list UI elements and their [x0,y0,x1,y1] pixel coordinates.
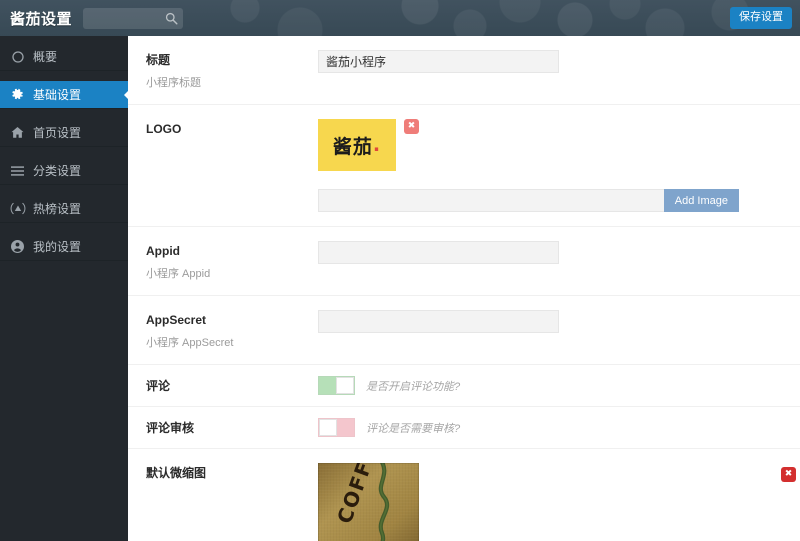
row-label-group: Appid 小程序 Appid [146,241,318,281]
sidebar-item-label: 分类设置 [33,162,81,179]
logo-preview-image: 酱茄. [318,119,396,171]
field-label: 评论 [146,378,318,394]
field-label: 默认微缩图 [146,465,318,481]
field-label: AppSecret [146,312,318,328]
row-label-group: 默认微缩图 [146,463,318,541]
circle-icon [9,51,26,63]
row-label-group: AppSecret 小程序 AppSecret [146,310,318,350]
list-bars-icon [9,165,26,177]
app-window: 酱茄设置 保存设置 概要 基础设置 [0,0,800,541]
logo-preview-block: 酱茄. ✖ [318,119,800,171]
logo-dot: . [373,134,381,156]
sidebar-item-label: 首页设置 [33,124,81,141]
form-row-logo: LOGO 酱茄. ✖ Add Image [128,105,800,227]
appsecret-input[interactable] [318,310,559,333]
row-field [318,241,800,281]
row-field: 评论是否需要审核? [318,418,800,437]
logo-text: 酱茄 [333,132,373,159]
logo-url-input[interactable] [318,189,664,212]
field-label: LOGO [146,121,318,137]
sidebar-item-my-settings[interactable]: 我的设置 [0,233,128,261]
row-field: 是否开启评论功能? [318,376,800,395]
delete-logo-button[interactable]: ✖ [404,119,419,134]
coffee-sack-image: COFFEE [318,463,419,541]
thumbnail-preview-image: COFFEE [318,463,419,541]
home-icon [9,126,26,139]
sidebar-item-basic-settings[interactable]: 基础设置 [0,81,128,109]
delete-thumbnail-button[interactable]: ✖ [781,467,796,482]
appid-input[interactable] [318,241,559,264]
form-row-appid: Appid 小程序 Appid [128,227,800,296]
field-description: 小程序 Appid [146,267,318,281]
comment-toggle[interactable] [318,376,355,395]
row-label-group: LOGO [146,119,318,212]
sidebar-item-label: 我的设置 [33,238,81,255]
row-field [318,50,800,90]
comment-review-toggle-hint: 评论是否需要审核? [366,420,460,436]
form-row-thumbnail: 默认微缩图 [128,449,800,541]
search-icon [165,12,178,25]
row-label-group: 评论 [146,376,318,395]
search-box[interactable] [83,8,183,29]
comment-review-toggle[interactable] [318,418,355,437]
sidebar-item-category-settings[interactable]: 分类设置 [0,157,128,185]
toggle-knob [336,377,354,394]
form-row-comment: 评论 是否开启评论功能? [128,365,800,407]
sidebar-item-home-settings[interactable]: 首页设置 [0,119,128,147]
top-bar: 酱茄设置 保存设置 [0,0,800,36]
sidebar: 概要 基础设置 首页设置 [0,36,128,541]
field-description: 小程序 AppSecret [146,336,318,350]
sidebar-item-label: 热榜设置 [33,200,81,217]
field-label: 评论审核 [146,420,318,436]
field-label: Appid [146,243,318,259]
toggle-knob [319,419,337,436]
gear-icon [9,88,26,101]
user-circle-icon [9,240,26,253]
sidebar-item-label: 概要 [33,48,57,65]
row-field: 酱茄. ✖ Add Image [318,119,800,212]
field-description: 小程序标题 [146,76,318,90]
sidebar-item-hotlist-settings[interactable]: 热榜设置 [0,195,128,223]
settings-form: 标题 小程序标题 LOGO 酱茄. ✖ Add I [128,36,800,541]
sidebar-item-label: 基础设置 [33,86,81,103]
trend-up-icon [9,202,26,215]
field-label: 标题 [146,52,318,68]
search-input[interactable] [83,8,165,29]
add-image-button[interactable]: Add Image [664,189,739,212]
page-title: 酱茄设置 [10,0,72,36]
title-input[interactable] [318,50,559,73]
row-field: COFFEE ✖ [318,463,800,541]
form-row-appsecret: AppSecret 小程序 AppSecret [128,296,800,365]
row-field [318,310,800,350]
row-label-group: 评论审核 [146,418,318,437]
form-row-title: 标题 小程序标题 [128,36,800,105]
sidebar-item-overview[interactable]: 概要 [0,43,128,71]
save-settings-button[interactable]: 保存设置 [730,7,792,29]
logo-uploader: Add Image [318,189,739,212]
form-row-comment-review: 评论审核 评论是否需要审核? [128,407,800,449]
thumbnail-preview-block: COFFEE ✖ [318,463,800,541]
comment-toggle-hint: 是否开启评论功能? [366,378,460,394]
row-label-group: 标题 小程序标题 [146,50,318,90]
